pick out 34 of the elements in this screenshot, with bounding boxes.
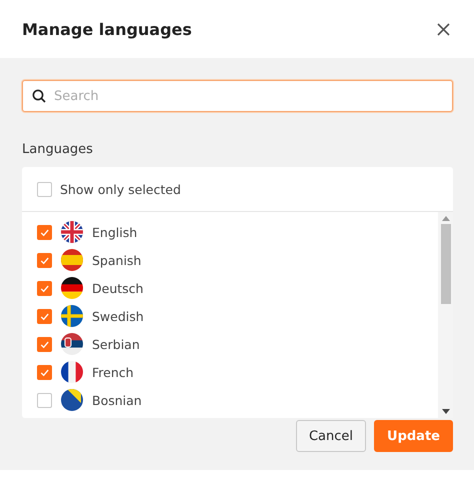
language-name: Deutsch (92, 280, 144, 296)
language-name: Swedish (92, 308, 144, 324)
language-name: Spanish (92, 252, 142, 268)
scrollbar-thumb[interactable] (440, 224, 450, 304)
checkbox[interactable] (37, 336, 52, 352)
flag-icon (61, 389, 83, 411)
languages-label: Languages (22, 142, 94, 159)
scroll-up-icon[interactable] (442, 216, 450, 221)
language-name: Bosnian (92, 392, 142, 408)
checkbox[interactable] (37, 280, 52, 296)
language-name: French (92, 364, 134, 380)
scroll-down-icon[interactable] (442, 409, 450, 414)
flag-icon (61, 361, 83, 383)
language-name: English (92, 224, 138, 240)
checkbox-label: Show only selected (60, 182, 181, 196)
checkbox[interactable] (37, 224, 52, 240)
checkbox[interactable] (37, 182, 52, 196)
search-input[interactable]: Search (54, 88, 443, 104)
flag-icon (61, 221, 83, 243)
close-button[interactable] (435, 20, 452, 38)
scrollbar[interactable] (438, 212, 453, 418)
language-name: Serbian (92, 336, 140, 352)
checkbox[interactable] (37, 364, 52, 380)
dialog-title: Manage languages (22, 20, 192, 38)
checkbox[interactable] (37, 308, 52, 324)
flag-icon (61, 333, 83, 355)
flag-icon (61, 305, 83, 327)
cancel-button[interactable]: Cancel (296, 420, 366, 452)
flag-icon (61, 277, 83, 299)
search-field[interactable]: Search (22, 80, 453, 112)
search-icon (32, 89, 46, 103)
checkbox[interactable] (37, 392, 52, 408)
flag-icon (61, 249, 83, 271)
checkbox[interactable] (37, 252, 52, 268)
